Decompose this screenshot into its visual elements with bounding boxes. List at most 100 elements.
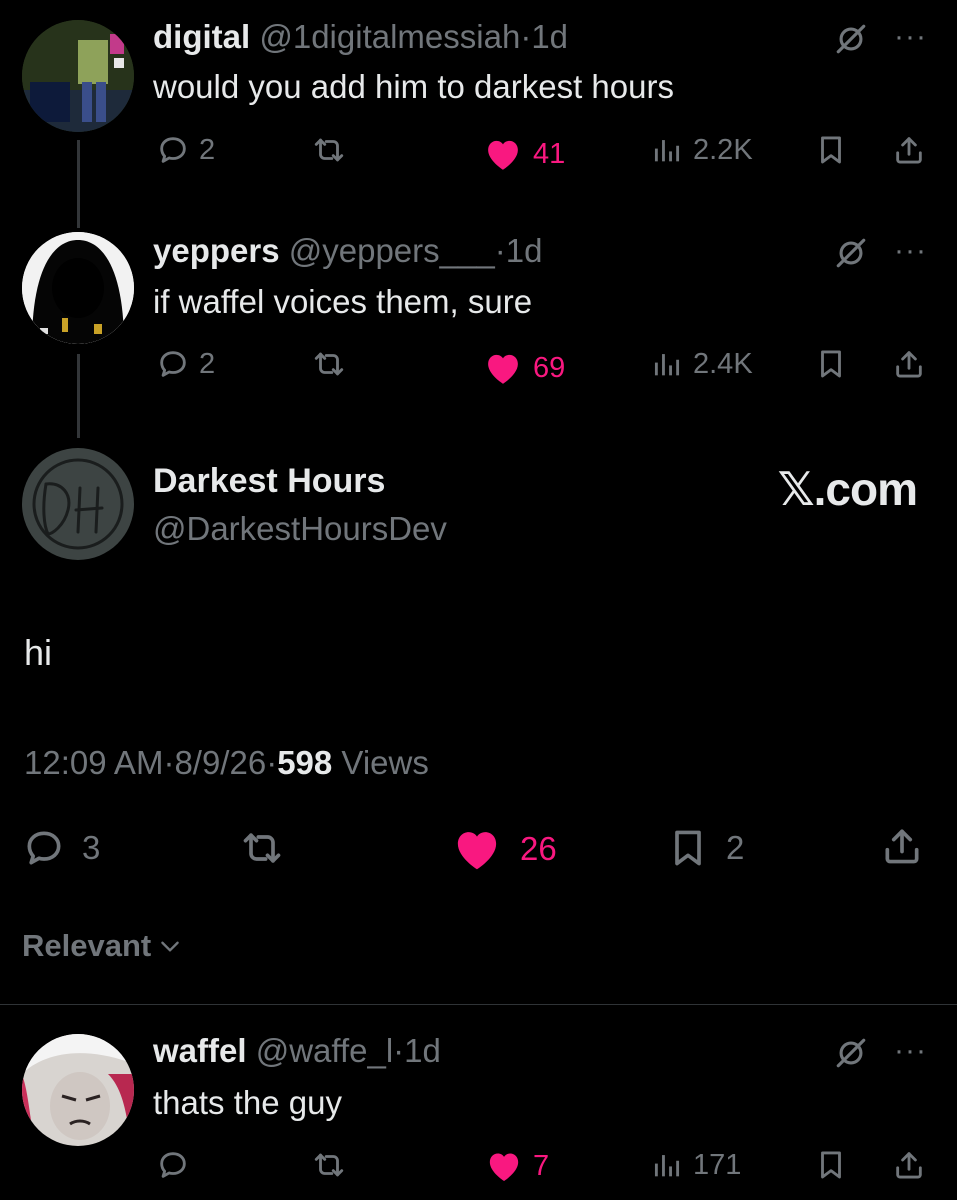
separator-dot: · xyxy=(266,744,278,781)
views-label: Views xyxy=(341,744,429,781)
bookmark-button[interactable] xyxy=(814,347,848,381)
timestamp[interactable]: 1d xyxy=(506,232,543,269)
brand-watermark: 𝕏.com xyxy=(777,463,918,515)
retweet-icon xyxy=(312,347,346,381)
views-count: 2.4K xyxy=(693,347,753,380)
thread-line xyxy=(77,354,80,438)
like-count: 69 xyxy=(533,351,566,384)
like-button[interactable]: 69 xyxy=(482,347,565,389)
bookmark-count: 2 xyxy=(726,829,745,866)
views-count: 2.2K xyxy=(693,133,753,166)
author-name[interactable]: waffel xyxy=(153,1032,247,1069)
retweet-icon xyxy=(312,1148,346,1182)
like-count: 7 xyxy=(533,1149,550,1182)
bookmark-button[interactable] xyxy=(814,133,848,167)
reply-icon xyxy=(156,1148,190,1182)
avatar[interactable] xyxy=(22,232,134,344)
share-button[interactable] xyxy=(880,824,924,868)
separator-dot: · xyxy=(520,18,532,55)
share-icon xyxy=(892,347,926,381)
views-button[interactable]: 171 xyxy=(650,1148,741,1182)
like-button[interactable]: 26 xyxy=(450,822,557,876)
reply-icon xyxy=(22,826,66,870)
like-count: 26 xyxy=(520,830,557,867)
bookmark-button[interactable] xyxy=(814,1148,848,1182)
tweet-text: thats the guy xyxy=(153,1084,342,1121)
reply-button[interactable]: 3 xyxy=(22,826,100,870)
grok-icon[interactable] xyxy=(834,22,868,56)
tweet-text: would you add him to darkest hours xyxy=(153,68,674,105)
author-handle[interactable]: @1digitalmessiah xyxy=(259,18,520,55)
views-icon xyxy=(650,133,684,167)
bookmark-icon xyxy=(814,133,848,167)
share-icon xyxy=(892,1148,926,1182)
timestamp[interactable]: 1d xyxy=(404,1032,441,1069)
reply-icon xyxy=(156,133,190,167)
divider xyxy=(0,1004,957,1005)
share-icon xyxy=(880,824,924,868)
bookmark-button[interactable]: 2 xyxy=(666,826,744,870)
more-icon[interactable]: ··· xyxy=(894,236,927,266)
grok-icon[interactable] xyxy=(834,1036,868,1070)
share-button[interactable] xyxy=(892,133,926,167)
reply-count: 2 xyxy=(199,133,216,166)
views-icon xyxy=(650,1148,684,1182)
retweet-button[interactable] xyxy=(240,826,284,870)
reply-button[interactable]: 2 xyxy=(156,133,215,167)
date[interactable]: 8/9/26 xyxy=(174,744,266,781)
author-handle[interactable]: @waffe_l xyxy=(256,1032,393,1069)
tweet-header: yeppers @yeppers___·1d xyxy=(153,232,542,270)
author-name[interactable]: digital xyxy=(153,18,250,55)
separator-dot: · xyxy=(163,744,175,781)
retweet-button[interactable] xyxy=(312,1148,346,1182)
like-button[interactable]: 41 xyxy=(482,133,565,175)
author-handle[interactable]: @DarkestHoursDev xyxy=(153,510,447,548)
avatar[interactable] xyxy=(22,20,134,132)
timestamp[interactable]: 1d xyxy=(531,18,568,55)
bookmark-icon xyxy=(666,826,710,870)
more-icon[interactable]: ··· xyxy=(894,1036,927,1066)
like-button[interactable]: 7 xyxy=(484,1146,549,1186)
share-icon xyxy=(892,133,926,167)
reply-button[interactable]: 2 xyxy=(156,347,215,381)
more-icon[interactable]: ··· xyxy=(894,22,927,52)
reply-count: 3 xyxy=(82,829,101,866)
share-button[interactable] xyxy=(892,1148,926,1182)
retweet-button[interactable] xyxy=(312,347,346,381)
reply-button[interactable] xyxy=(156,1148,190,1182)
heart-icon xyxy=(484,1146,524,1186)
share-button[interactable] xyxy=(892,347,926,381)
avatar[interactable] xyxy=(22,1034,134,1146)
grok-icon[interactable] xyxy=(834,236,868,270)
retweet-button[interactable] xyxy=(312,133,346,167)
retweet-icon xyxy=(240,826,284,870)
sort-label: Relevant xyxy=(22,928,152,963)
tweet-text: hi xyxy=(24,632,53,673)
separator-dot: · xyxy=(494,232,506,269)
author-handle[interactable]: @yeppers___ xyxy=(289,232,495,269)
chevron-down-icon xyxy=(157,933,183,959)
separator-dot: · xyxy=(393,1032,405,1069)
like-count: 41 xyxy=(533,137,566,170)
sort-dropdown[interactable]: Relevant xyxy=(22,928,183,964)
tweet-header: waffel @waffe_l·1d xyxy=(153,1032,441,1070)
views-icon xyxy=(650,347,684,381)
views-button[interactable]: 2.2K xyxy=(650,133,753,167)
heart-icon xyxy=(482,347,524,389)
heart-icon xyxy=(482,133,524,175)
tweet-text: if waffel voices them, sure xyxy=(153,283,533,320)
thread-line xyxy=(77,140,80,228)
reply-count: 2 xyxy=(199,347,216,380)
tweet-header: digital @1digitalmessiah·1d xyxy=(153,18,568,56)
views-button[interactable]: 2.4K xyxy=(650,347,753,381)
timestamp[interactable]: 12:09 AM xyxy=(24,744,163,781)
author-name[interactable]: Darkest Hours xyxy=(153,462,385,501)
reply-icon xyxy=(156,347,190,381)
views-count: 171 xyxy=(693,1148,742,1181)
bookmark-icon xyxy=(814,347,848,381)
bookmark-icon xyxy=(814,1148,848,1182)
avatar[interactable] xyxy=(22,448,134,560)
retweet-icon xyxy=(312,133,346,167)
author-name[interactable]: yeppers xyxy=(153,232,280,269)
tweet-meta: 12:09 AM·8/9/26·598 Views xyxy=(24,744,429,782)
